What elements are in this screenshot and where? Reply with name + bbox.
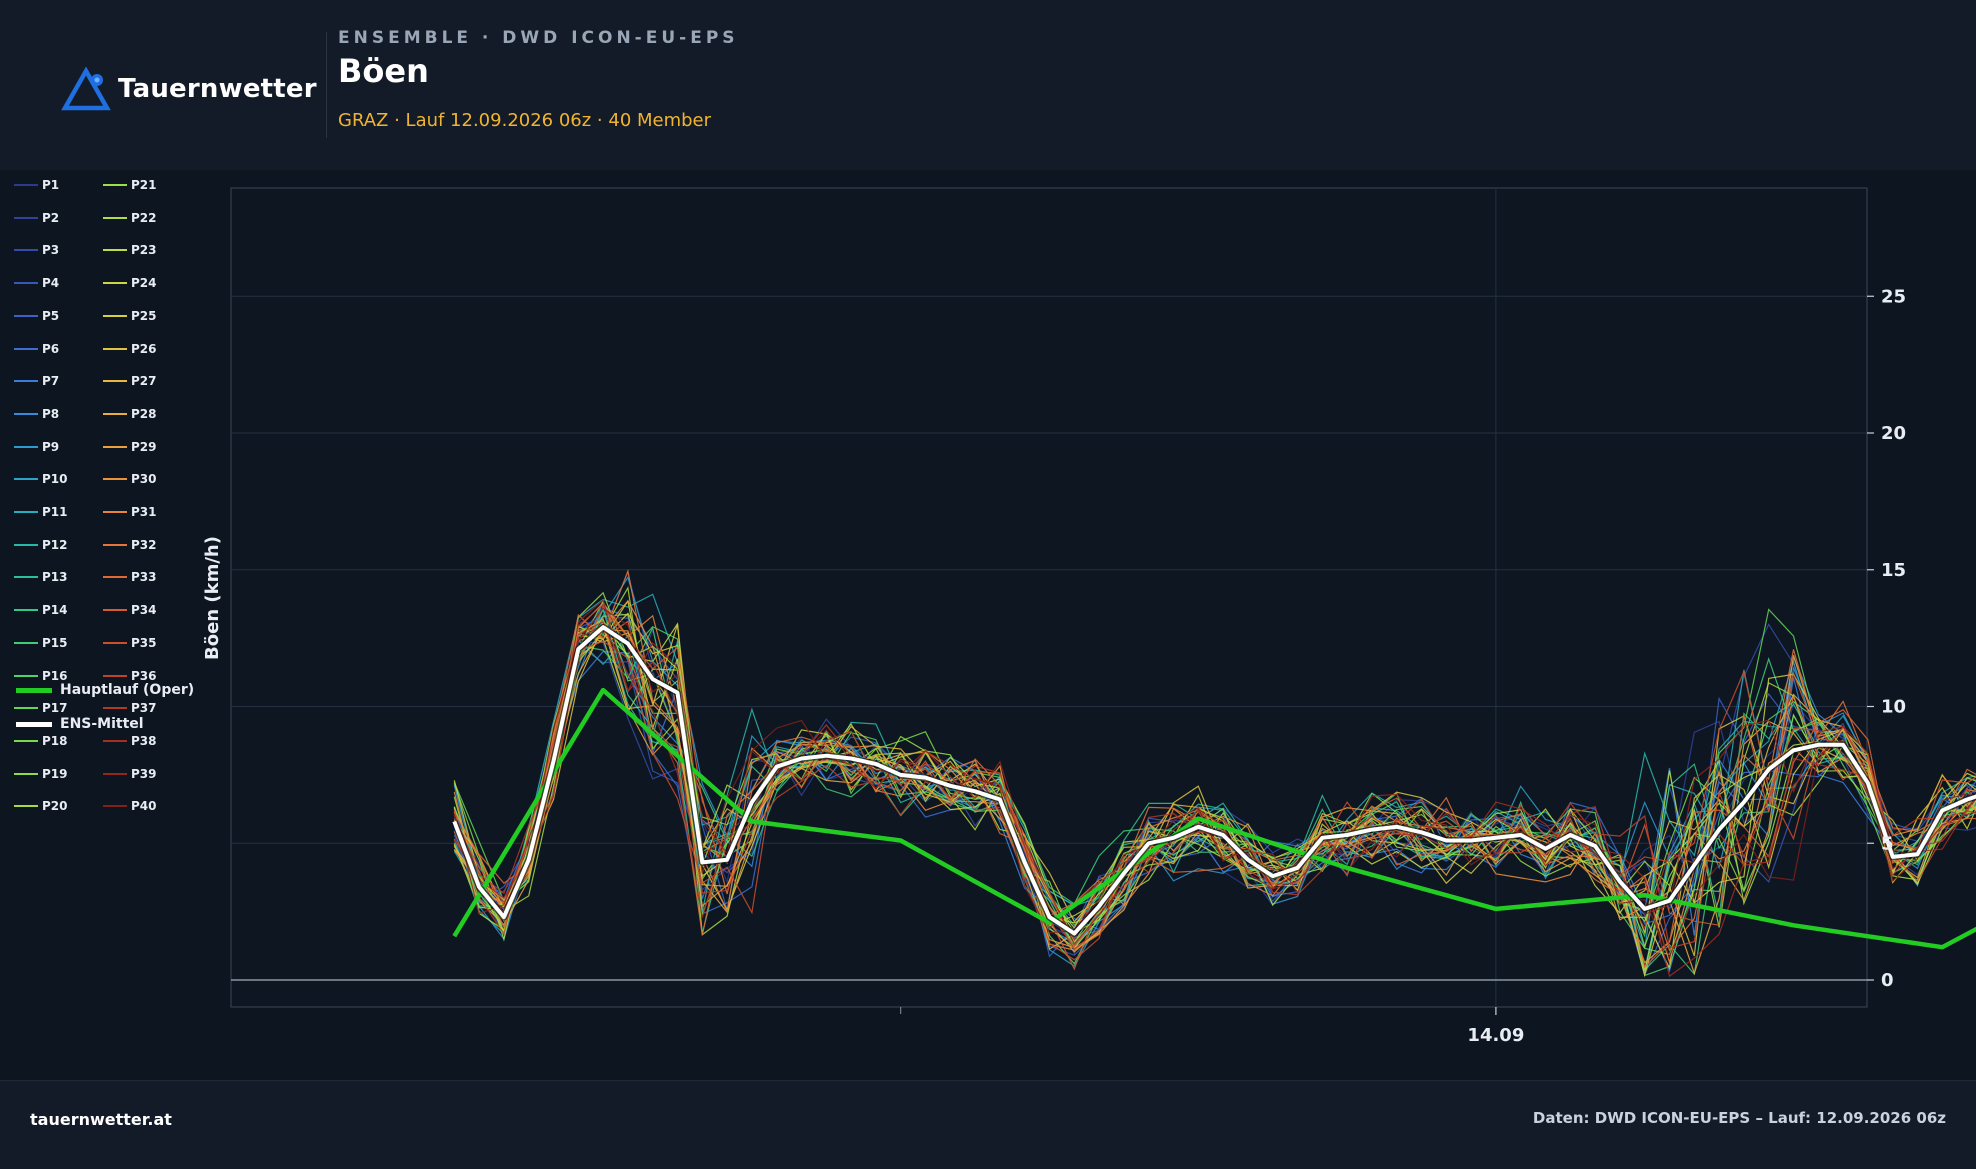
y-tick-label: 0 <box>1881 970 1894 991</box>
y-tick-label: 10 <box>1881 697 1906 718</box>
y-tick-label: 5 <box>1881 833 1894 854</box>
y-tick-label: 20 <box>1881 423 1906 444</box>
footer-source: Daten: DWD ICON-EU-EPS – Lauf: 12.09.202… <box>1532 1109 1946 1127</box>
y-tick-label: 25 <box>1881 286 1906 307</box>
y-axis-label: Böen (km/h) <box>202 536 223 660</box>
footer: tauernwetter.at Daten: DWD ICON-EU-EPS –… <box>0 1080 1976 1169</box>
x-tick-label: 14.09 <box>1467 1025 1524 1046</box>
y-tick-label: 15 <box>1881 560 1906 581</box>
footer-site[interactable]: tauernwetter.at <box>30 1110 172 1129</box>
ensemble-chart: 051015202514.0916.09Böen (km/h) <box>202 187 1976 1046</box>
